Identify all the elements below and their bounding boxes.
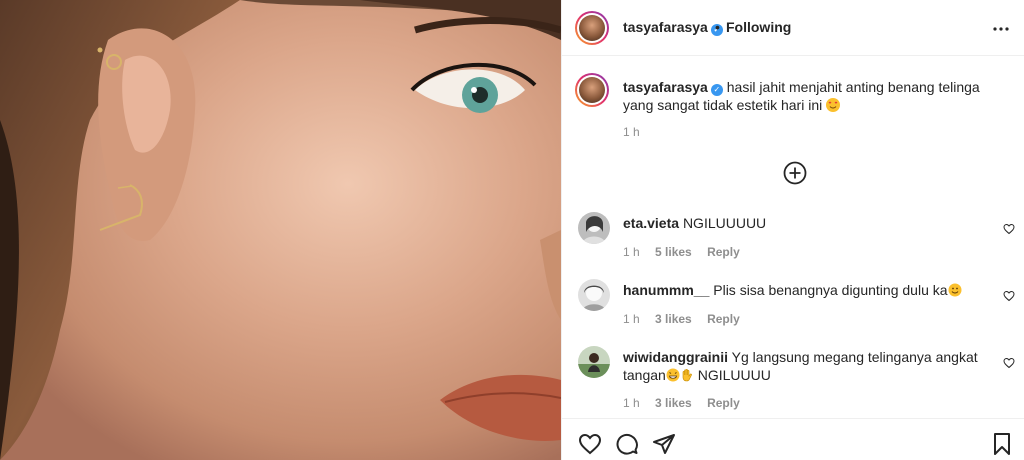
comment-time[interactable]: 1 h xyxy=(623,312,640,326)
separator-dot: • xyxy=(715,19,720,35)
like-comment-heart-icon[interactable] xyxy=(1003,289,1015,302)
comment-username[interactable]: wiwidanggrainii xyxy=(623,349,728,365)
post-side-panel: tasyafarasya ✓ • Following tasyafarasya ✓ … xyxy=(561,0,1024,460)
post-image[interactable] xyxy=(0,0,561,460)
comments-section[interactable]: tasyafarasya ✓ hasil jahit menjahit antin… xyxy=(562,57,1024,417)
caption-time[interactable]: 1 h xyxy=(623,125,640,139)
comment-meta: 1 h 3 likes Reply xyxy=(623,312,752,326)
like-comment-heart-icon[interactable] xyxy=(1003,222,1015,235)
send-icon[interactable] xyxy=(652,432,676,456)
author-username-text[interactable]: tasyafarasya xyxy=(623,19,708,35)
heart-icon[interactable] xyxy=(578,432,602,456)
more-options-icon[interactable] xyxy=(993,18,1009,36)
reply-button[interactable]: Reply xyxy=(707,245,740,259)
reply-button[interactable]: Reply xyxy=(707,312,740,326)
smiling-face-with-hearts-icon xyxy=(826,98,841,112)
comment-username[interactable]: eta.vieta xyxy=(623,215,679,231)
commenter-avatar[interactable] xyxy=(578,346,610,378)
author-username[interactable]: tasyafarasya ✓ xyxy=(623,19,723,36)
smiling-face-icon xyxy=(948,283,962,297)
author-avatar[interactable] xyxy=(575,11,609,45)
post-caption: tasyafarasya ✓ hasil jahit menjahit antin… xyxy=(623,78,993,114)
face-photo-illustration xyxy=(0,0,561,460)
reply-button[interactable]: Reply xyxy=(707,396,740,410)
commenter-avatar[interactable] xyxy=(578,212,610,244)
comment-meta: 1 h 3 likes Reply xyxy=(623,396,752,410)
comment-text-suffix: NGILUUUU xyxy=(697,367,771,383)
grinning-face-icon xyxy=(666,368,680,382)
comment-time[interactable]: 1 h xyxy=(623,396,640,410)
caption-avatar[interactable] xyxy=(575,73,609,107)
comment-text: Plis sisa benangnya digunting dulu ka xyxy=(713,282,948,298)
comment-icon[interactable] xyxy=(615,432,639,456)
comment-likes[interactable]: 3 likes xyxy=(655,396,692,410)
comment-item: wiwidanggrainii Yg langsung megang telin… xyxy=(623,348,983,384)
bookmark-icon[interactable] xyxy=(990,432,1014,456)
verified-badge-icon: ✓ xyxy=(710,84,723,96)
post-header: tasyafarasya ✓ • Following xyxy=(562,0,1024,56)
raised-hand-icon xyxy=(680,368,694,382)
comment-username[interactable]: hanummm__ xyxy=(623,282,709,298)
commenter-avatar[interactable] xyxy=(578,279,610,311)
comment-time[interactable]: 1 h xyxy=(623,245,640,259)
comment-likes[interactable]: 5 likes xyxy=(655,245,692,259)
comment-text: NGILUUUUU xyxy=(682,215,767,231)
comment-likes[interactable]: 3 likes xyxy=(655,312,692,326)
plus-circle-icon[interactable] xyxy=(783,161,807,185)
post-action-bar xyxy=(562,418,1024,460)
like-comment-heart-icon[interactable] xyxy=(1003,356,1015,369)
caption-username[interactable]: tasyafarasya xyxy=(623,79,708,95)
comment-item: hanummm__ Plis sisa benangnya digunting … xyxy=(623,281,983,299)
following-button[interactable]: Following xyxy=(726,19,791,35)
comment-meta: 1 h 5 likes Reply xyxy=(623,245,752,259)
comment-item: eta.vieta NGILUUUUU xyxy=(623,214,983,232)
